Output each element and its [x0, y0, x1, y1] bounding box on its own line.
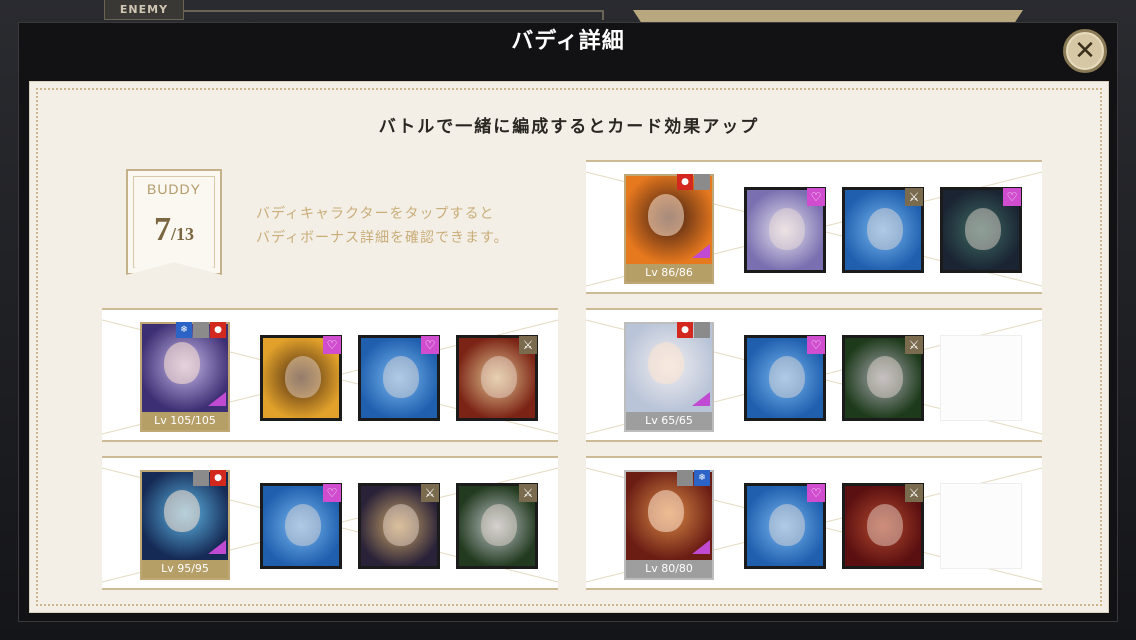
buddy-face — [867, 208, 903, 250]
blank-icon — [193, 322, 209, 338]
fire-icon: ● — [677, 322, 693, 338]
buddy-group-panel: ❄ ● Lv 105/105 ♡ ♡ ⚔ — [102, 308, 558, 442]
badge-count: 7/13 — [128, 211, 220, 249]
hint-text: バディキャラクターをタップすると バディボーナス詳細を確認できます。 — [256, 202, 509, 250]
modal-title: バディ詳細 — [511, 29, 625, 54]
level-label: Lv 105/105 — [142, 412, 228, 430]
sword-icon: ⚔ — [905, 336, 923, 354]
fire-icon: ● — [210, 470, 226, 486]
main-character-card[interactable]: ❄ Lv 80/80 — [624, 470, 714, 580]
buddy-face — [481, 504, 517, 546]
buddy-character-icon[interactable]: ⚔ — [456, 483, 538, 569]
buddy-face — [965, 208, 1001, 250]
character-face — [648, 342, 684, 384]
heart-icon: ♡ — [323, 336, 341, 354]
buddy-face — [867, 356, 903, 398]
level-label: Lv 65/65 — [626, 412, 712, 430]
water-icon: ❄ — [694, 470, 710, 486]
buddy-character-icon[interactable]: ⚔ — [456, 335, 538, 421]
buddy-group-panel: ❄ Lv 80/80 ♡ ⚔ — [586, 456, 1042, 590]
buddy-character-icon[interactable]: ⚔ — [842, 187, 924, 273]
level-label: Lv 95/95 — [142, 560, 228, 578]
main-character-card[interactable]: ● Lv 95/95 — [140, 470, 230, 580]
blank-icon — [694, 174, 710, 190]
buddy-face — [769, 504, 805, 546]
character-face — [648, 194, 684, 236]
close-button[interactable]: ✕ — [1063, 29, 1107, 73]
buddy-face — [383, 356, 419, 398]
buddy-character-icon[interactable]: ⚔ — [842, 335, 924, 421]
enemy-frame — [184, 10, 604, 20]
level-label: Lv 80/80 — [626, 560, 712, 578]
hint-line-2: バディボーナス詳細を確認できます。 — [256, 230, 509, 246]
sword-icon: ⚔ — [519, 336, 537, 354]
paper-panel: バトルで一緒に編成するとカード効果アップ BUDDY 7/13 バディキャラクタ… — [29, 81, 1109, 613]
buddy-character-icon[interactable]: ♡ — [260, 483, 342, 569]
heart-icon: ♡ — [807, 188, 825, 206]
empty-buddy-slot — [940, 483, 1022, 569]
buddy-character-icon[interactable]: ♡ — [744, 187, 826, 273]
character-face — [164, 342, 200, 384]
gold-bar — [633, 10, 1023, 22]
buddy-face — [285, 504, 321, 546]
close-icon: ✕ — [1074, 36, 1096, 66]
main-character-card[interactable]: ● Lv 65/65 — [624, 322, 714, 432]
sword-icon: ⚔ — [905, 188, 923, 206]
badge-count-total: /13 — [170, 224, 194, 244]
blank-icon — [677, 470, 693, 486]
heart-icon: ♡ — [1003, 188, 1021, 206]
fire-icon: ● — [677, 174, 693, 190]
buddy-character-icon[interactable]: ♡ — [744, 483, 826, 569]
badge-title: BUDDY — [146, 181, 201, 197]
buddy-face — [769, 356, 805, 398]
water-icon: ❄ — [176, 322, 192, 338]
heart-icon: ♡ — [421, 336, 439, 354]
main-character-card[interactable]: ❄ ● Lv 105/105 — [140, 322, 230, 432]
level-label: Lv 86/86 — [626, 264, 712, 282]
buddy-group-panel: ● Lv 95/95 ♡ ⚔ ⚔ — [102, 456, 558, 590]
heart-icon: ♡ — [323, 484, 341, 502]
heart-icon: ♡ — [807, 484, 825, 502]
enemy-label: ENEMY — [104, 0, 184, 20]
blank-icon — [694, 322, 710, 338]
sword-icon: ⚔ — [421, 484, 439, 502]
buddy-character-icon[interactable]: ⚔ — [842, 483, 924, 569]
buddy-character-icon[interactable]: ♡ — [940, 187, 1022, 273]
buddy-face — [481, 356, 517, 398]
buddy-face — [285, 356, 321, 398]
buddy-face — [383, 504, 419, 546]
buddy-character-icon[interactable]: ⚔ — [358, 483, 440, 569]
buddy-count-badge: BUDDY 7/13 — [126, 169, 222, 275]
buddy-character-icon[interactable]: ♡ — [260, 335, 342, 421]
heart-icon: ♡ — [807, 336, 825, 354]
buddy-detail-modal: バディ詳細 ✕ バトルで一緒に編成するとカード効果アップ BUDDY 7/13 … — [18, 22, 1118, 622]
sword-icon: ⚔ — [519, 484, 537, 502]
empty-buddy-slot — [940, 335, 1022, 421]
buddy-group-panel: ● Lv 65/65 ♡ ⚔ — [586, 308, 1042, 442]
buddy-character-icon[interactable]: ♡ — [744, 335, 826, 421]
buddy-character-icon[interactable]: ♡ — [358, 335, 440, 421]
hint-line-1: バディキャラクターをタップすると — [256, 206, 495, 222]
character-face — [164, 490, 200, 532]
fire-icon: ● — [210, 322, 226, 338]
blank-icon — [193, 470, 209, 486]
main-character-card[interactable]: ● Lv 86/86 — [624, 174, 714, 284]
buddy-face — [867, 504, 903, 546]
sword-icon: ⚔ — [905, 484, 923, 502]
buddy-group-panel: ● Lv 86/86 ♡ ⚔ ♡ — [586, 160, 1042, 294]
character-face — [648, 490, 684, 532]
badge-count-value: 7 — [153, 211, 171, 248]
buddy-face — [769, 208, 805, 250]
subtitle: バトルで一緒に編成するとカード効果アップ — [378, 117, 760, 137]
